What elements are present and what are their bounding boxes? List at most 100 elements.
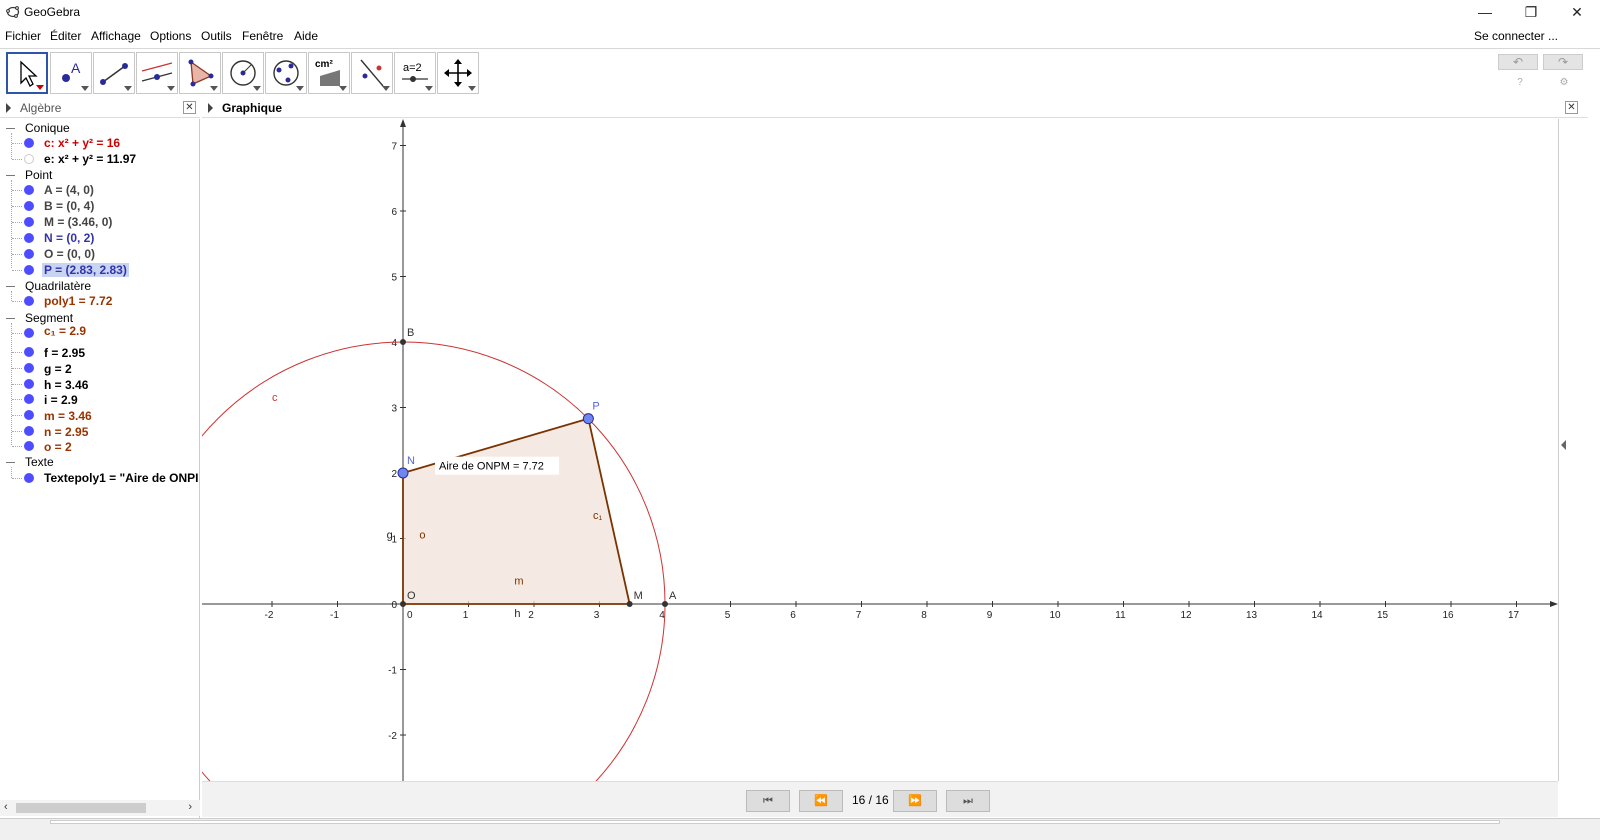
settings-gear-icon[interactable]: ⚙ — [1558, 77, 1570, 89]
input-field[interactable] — [50, 820, 1500, 824]
category-segment: Segment — [25, 311, 74, 325]
algebra-view[interactable]: Conique c: x² + y² = 16 e: x² + y² = 11.… — [0, 119, 200, 819]
algebra-item[interactable]: m = 3.46 — [44, 409, 92, 423]
menu-fenetre[interactable]: Fenêtre — [242, 29, 283, 43]
algebra-item[interactable]: poly1 = 7.72 — [44, 294, 112, 308]
collapse-toggle-icon[interactable] — [6, 286, 15, 287]
minimize-button[interactable]: — — [1462, 0, 1508, 24]
point-n — [397, 467, 409, 479]
algebra-item[interactable]: O = (0, 0) — [44, 247, 95, 261]
side-panel-toggle-icon[interactable] — [1561, 440, 1566, 450]
segment-label-m: m — [514, 575, 523, 587]
visibility-toggle[interactable] — [24, 249, 34, 259]
svg-text:cm²: cm² — [315, 59, 333, 70]
redo-button[interactable]: ↷ — [1543, 54, 1583, 70]
algebra-item[interactable]: o = 2 — [44, 440, 72, 454]
algebra-item[interactable]: i = 2.9 — [44, 393, 78, 407]
x-tick-label: 15 — [1377, 610, 1389, 621]
algebra-item[interactable]: n = 2.95 — [44, 425, 88, 439]
visibility-toggle[interactable] — [24, 363, 34, 373]
undo-button[interactable]: ↶ — [1498, 54, 1538, 70]
visibility-toggle[interactable] — [24, 233, 34, 243]
visibility-toggle[interactable] — [24, 185, 34, 195]
algebra-horizontal-scrollbar[interactable]: ‹ › — [0, 800, 200, 816]
first-step-button[interactable]: ⏮ — [746, 790, 790, 812]
x-tick-label: 14 — [1311, 610, 1323, 621]
algebra-item[interactable]: Textepoly1 = "Aire de ONPI — [44, 471, 199, 485]
visibility-toggle[interactable] — [24, 347, 34, 357]
collapse-toggle-icon[interactable] — [6, 128, 15, 129]
scroll-thumb[interactable] — [16, 803, 146, 813]
algebra-item-selected[interactable]: P = (2.83, 2.83) — [42, 263, 129, 277]
point-tool-button[interactable]: A — [50, 52, 92, 94]
category-point: Point — [25, 168, 53, 182]
last-step-button[interactable]: ⏭ — [946, 790, 990, 812]
close-graphics-button[interactable]: ✕ — [1565, 101, 1578, 114]
algebra-item[interactable]: N = (0, 2) — [44, 231, 94, 245]
visibility-toggle[interactable] — [24, 296, 34, 306]
visibility-toggle[interactable] — [24, 138, 34, 148]
polygon-tool-button[interactable] — [179, 52, 221, 94]
slider-tool-button[interactable]: a=2 — [394, 52, 436, 94]
area-tool-button[interactable]: cm² — [308, 52, 350, 94]
algebra-item[interactable]: c: x² + y² = 16 — [44, 136, 120, 150]
graphics-view[interactable]: -2 -1 0 1 2 3 4 5 6 7 8 9 10 11 12 13 14 15 16 17 -2 -1 0 1 2 3 4 5… — [202, 119, 1558, 781]
visibility-toggle[interactable] — [24, 473, 34, 483]
collapse-toggle-icon[interactable] — [6, 318, 15, 319]
algebra-item[interactable]: e: x² + y² = 11.97 — [44, 152, 136, 166]
expand-arrow-icon[interactable] — [6, 103, 11, 113]
collapse-toggle-icon[interactable] — [6, 462, 15, 463]
help-icon[interactable]: ? — [1514, 77, 1526, 89]
algebra-item[interactable]: c₁ = 2.9 — [44, 324, 86, 338]
segment-tool-button[interactable] — [93, 52, 135, 94]
visibility-toggle[interactable] — [24, 217, 34, 227]
svg-text:a=2: a=2 — [403, 62, 422, 74]
login-link[interactable]: Se connecter ... — [1474, 29, 1558, 43]
expand-arrow-icon[interactable] — [208, 103, 213, 113]
menu-affichage[interactable]: Affichage — [91, 29, 141, 43]
tool-menu-arrow-icon — [425, 86, 433, 91]
toolbar-divider — [0, 48, 1600, 49]
algebra-item[interactable]: B = (0, 4) — [44, 199, 94, 213]
segment-label-g: g — [387, 530, 393, 542]
visibility-toggle[interactable] — [24, 394, 34, 404]
move-view-tool-button[interactable] — [437, 52, 479, 94]
circle-tool-button[interactable] — [222, 52, 264, 94]
menu-outils[interactable]: Outils — [201, 29, 232, 43]
algebra-item[interactable]: h = 3.46 — [44, 378, 88, 392]
visibility-toggle[interactable] — [24, 328, 34, 338]
x-tick-label: 3 — [594, 610, 600, 621]
restore-button[interactable]: ❐ — [1508, 0, 1554, 24]
menu-fichier[interactable]: Fichier — [5, 29, 41, 43]
x-tick-label: 1 — [463, 610, 469, 621]
visibility-toggle[interactable] — [24, 441, 34, 451]
visibility-toggle[interactable] — [24, 265, 34, 275]
visibility-toggle[interactable] — [24, 426, 34, 436]
scroll-left-icon[interactable]: ‹ — [4, 801, 8, 813]
move-tool-button[interactable] — [6, 52, 48, 94]
algebra-item[interactable]: A = (4, 0) — [44, 183, 94, 197]
reflect-tool-button[interactable] — [351, 52, 393, 94]
next-step-button[interactable]: ⏩ — [893, 790, 937, 812]
scroll-right-icon[interactable]: › — [188, 801, 192, 813]
visibility-toggle[interactable] — [24, 379, 34, 389]
previous-step-button[interactable]: ⏪ — [799, 790, 843, 812]
visibility-toggle[interactable] — [24, 410, 34, 420]
menu-aide[interactable]: Aide — [294, 29, 318, 43]
x-tick-label: 12 — [1180, 610, 1192, 621]
algebra-item[interactable]: M = (3.46, 0) — [44, 215, 112, 229]
algebra-item[interactable]: g = 2 — [44, 362, 72, 376]
y-tick-label: 7 — [391, 142, 397, 153]
algebra-item[interactable]: f = 2.95 — [44, 346, 85, 360]
collapse-toggle-icon[interactable] — [6, 175, 15, 176]
point-label-o: O — [407, 590, 416, 602]
graphics-canvas[interactable]: -2 -1 0 1 2 3 4 5 6 7 8 9 10 11 12 13 14 15 16 17-2-1012345… — [202, 119, 1558, 781]
visibility-toggle[interactable] — [24, 201, 34, 211]
conic-tool-button[interactable] — [265, 52, 307, 94]
close-window-button[interactable]: ✕ — [1554, 0, 1600, 24]
visibility-toggle[interactable] — [24, 154, 34, 164]
menu-editer[interactable]: Éditer — [50, 29, 81, 43]
close-algebra-button[interactable]: ✕ — [183, 101, 196, 114]
parallel-tool-button[interactable] — [136, 52, 178, 94]
menu-options[interactable]: Options — [150, 29, 191, 43]
